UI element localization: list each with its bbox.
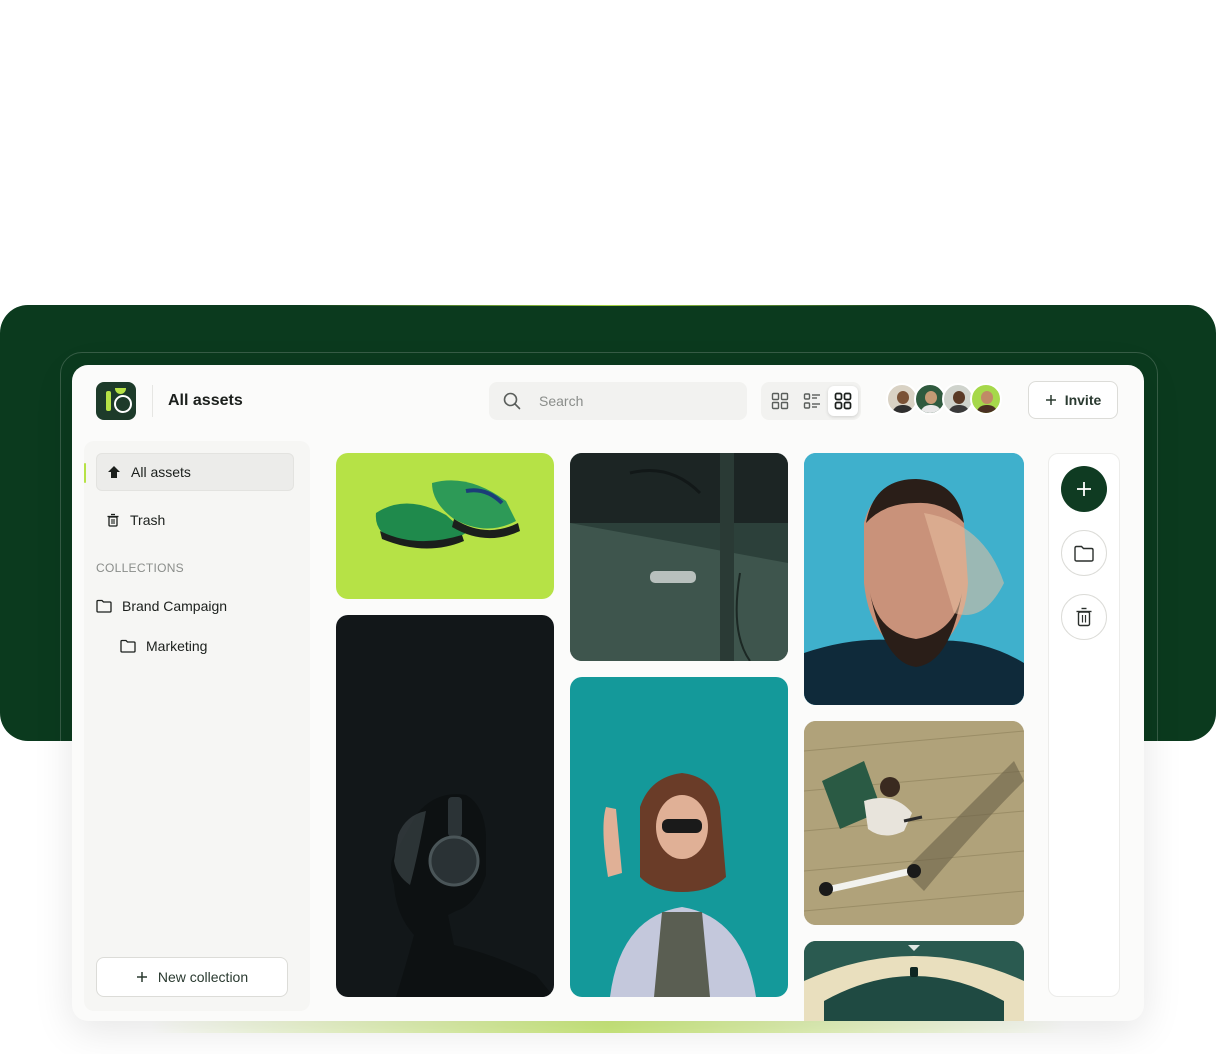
header-divider bbox=[152, 385, 153, 417]
avatar-head bbox=[981, 391, 993, 404]
add-icon bbox=[1077, 482, 1091, 496]
action-rail bbox=[1048, 453, 1120, 997]
woman-sunglasses-image bbox=[603, 773, 756, 997]
delivery-rider-image bbox=[804, 721, 1024, 925]
grid-large-icon bbox=[834, 392, 852, 410]
folder-icon bbox=[1074, 545, 1094, 562]
car-door-image bbox=[570, 453, 788, 661]
home-icon bbox=[108, 466, 120, 478]
hero-accent-line bbox=[300, 305, 916, 306]
logo-circle bbox=[114, 395, 132, 413]
logo-bar bbox=[106, 391, 111, 411]
logo-leaf bbox=[115, 388, 126, 394]
folder-icon bbox=[120, 639, 136, 653]
folder-button[interactable] bbox=[1061, 530, 1107, 576]
image-tile-bearded-man[interactable] bbox=[804, 453, 1024, 705]
sidebar-item-brand-campaign[interactable]: Brand Campaign bbox=[86, 587, 284, 625]
grid-large-view-button[interactable] bbox=[828, 386, 858, 416]
new-collection-button[interactable]: New collection bbox=[96, 957, 288, 997]
avatar-head bbox=[953, 391, 965, 404]
search-box[interactable] bbox=[489, 382, 747, 420]
avatar-body bbox=[976, 405, 998, 413]
sidebar-item-label: All assets bbox=[131, 464, 191, 480]
app-window: All assets Search Invite All assets Tras… bbox=[72, 365, 1144, 1021]
trash-icon bbox=[1076, 607, 1092, 627]
active-indicator bbox=[84, 463, 86, 483]
search-icon bbox=[503, 392, 521, 410]
image-tile-sneakers[interactable] bbox=[336, 453, 554, 599]
headphones-portrait-image bbox=[391, 794, 554, 997]
avatar-body bbox=[948, 405, 970, 413]
plus-icon bbox=[136, 972, 147, 982]
trash-icon bbox=[107, 513, 119, 527]
sidebar: All assets Trash COLLECTIONS Brand Campa… bbox=[84, 441, 310, 1011]
app-logo[interactable] bbox=[96, 382, 136, 420]
sidebar-item-all-assets[interactable]: All assets bbox=[96, 453, 294, 491]
image-tile-headphones[interactable] bbox=[336, 615, 554, 997]
invite-label: Invite bbox=[1064, 392, 1102, 408]
collections-heading: COLLECTIONS bbox=[96, 561, 184, 575]
add-button[interactable] bbox=[1061, 466, 1107, 512]
image-tile-delivery-rider[interactable] bbox=[804, 721, 1024, 925]
page-title: All assets bbox=[168, 392, 243, 409]
search-input[interactable] bbox=[539, 382, 729, 420]
avatar-head bbox=[925, 391, 937, 404]
new-collection-label: New collection bbox=[157, 969, 249, 985]
avatar-body bbox=[920, 405, 942, 413]
sidebar-item-label: Brand Campaign bbox=[122, 598, 228, 614]
sneakers-image bbox=[375, 480, 520, 549]
list-view-button[interactable] bbox=[797, 386, 827, 416]
architecture-image bbox=[804, 941, 1024, 1021]
sidebar-item-label: Marketing bbox=[146, 638, 208, 654]
sidebar-item-trash[interactable]: Trash bbox=[96, 501, 294, 539]
avatar[interactable] bbox=[970, 383, 1002, 415]
bearded-man-image bbox=[804, 453, 1024, 705]
folder-icon bbox=[96, 599, 112, 613]
sidebar-item-label: Trash bbox=[130, 512, 166, 528]
bottom-glow bbox=[150, 1020, 1066, 1033]
image-tile-sunglasses-woman[interactable] bbox=[570, 677, 788, 997]
plus-icon bbox=[1045, 395, 1056, 405]
delete-button[interactable] bbox=[1061, 594, 1107, 640]
image-tile-architecture[interactable] bbox=[804, 941, 1024, 1021]
grid-small-view-button[interactable] bbox=[765, 386, 795, 416]
invite-button[interactable]: Invite bbox=[1028, 381, 1118, 419]
view-mode-toggle bbox=[761, 382, 861, 420]
grid-small-icon bbox=[771, 392, 789, 410]
list-icon bbox=[803, 393, 820, 409]
avatar-body bbox=[892, 405, 914, 413]
image-tile-car-door[interactable] bbox=[570, 453, 788, 661]
avatar-head bbox=[897, 391, 909, 404]
sidebar-item-marketing[interactable]: Marketing bbox=[110, 627, 290, 665]
